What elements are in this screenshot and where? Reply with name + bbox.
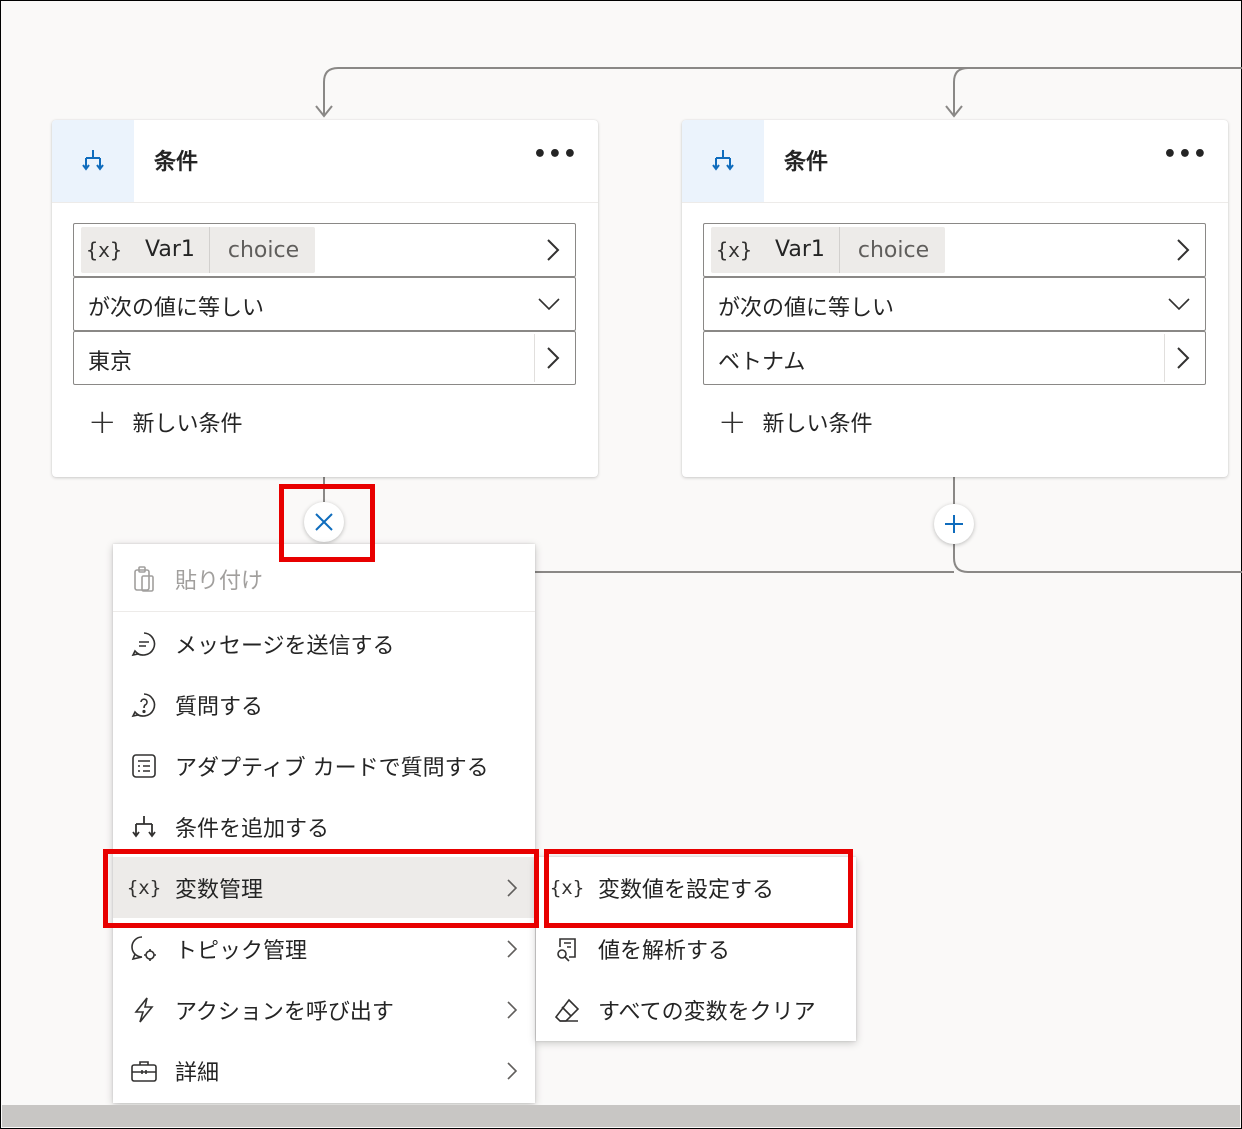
add-condition-button[interactable]: + 新しい条件: [88, 405, 243, 439]
variable-icon: {x}: [715, 238, 753, 262]
condition-value-field[interactable]: ベトナム: [703, 331, 1206, 385]
plus-icon: +: [88, 402, 117, 442]
field-divider: [1164, 334, 1165, 382]
submenu-item-set-variable[interactable]: {x} 変数値を設定する: [536, 857, 856, 918]
topic-gear-icon: [129, 934, 159, 964]
toolbox-icon: [129, 1056, 159, 1086]
operator-dropdown[interactable]: が次の値に等しい: [73, 277, 576, 331]
branch-icon: [129, 812, 159, 842]
chat-icon: [129, 629, 159, 659]
more-options-icon[interactable]: •••: [1163, 142, 1208, 167]
operator-dropdown[interactable]: が次の値に等しい: [703, 277, 1206, 331]
condition-branch-icon: [682, 120, 764, 202]
menu-item-send-message[interactable]: メッセージを送信する: [113, 613, 535, 674]
menu-item-label: 変数値を設定する: [598, 877, 775, 903]
question-icon: [129, 690, 159, 720]
chevron-right-icon: [547, 239, 560, 261]
eraser-icon: [552, 995, 582, 1025]
variable-icon: {x}: [126, 876, 162, 899]
submenu-item-parse-value[interactable]: 値を解析する: [536, 918, 856, 979]
chevron-right-icon: [1177, 239, 1190, 261]
menu-item-label: 貼り付け: [175, 568, 264, 594]
chevron-right-icon[interactable]: [545, 344, 561, 372]
menu-divider: [113, 611, 535, 612]
variable-selector[interactable]: {x} Var1 choice: [703, 223, 1206, 277]
plus-icon: [945, 515, 963, 533]
close-icon: [315, 513, 333, 531]
menu-item-label: メッセージを送信する: [175, 633, 395, 659]
plus-icon: +: [718, 402, 747, 442]
condition-branch-icon: [52, 120, 134, 202]
chevron-right-icon: [507, 1001, 518, 1019]
chevron-right-icon: [507, 879, 518, 897]
chevron-down-icon: [1168, 298, 1190, 311]
close-menu-button[interactable]: [304, 502, 344, 542]
clipboard-icon: [129, 564, 159, 594]
operator-value: が次の値に等しい: [718, 296, 895, 321]
submenu-item-clear-all-variables[interactable]: すべての変数をクリア: [536, 979, 856, 1040]
variable-chip: {x} Var1 choice: [711, 227, 946, 273]
menu-item-label: アダプティブ カードで質問する: [175, 755, 489, 781]
add-node-button[interactable]: [934, 504, 974, 544]
variable-type: choice: [227, 237, 300, 263]
chevron-right-icon: [507, 1062, 518, 1080]
chevron-right-icon[interactable]: [1175, 344, 1191, 372]
card-title: 条件: [784, 150, 829, 175]
menu-item-topic-management[interactable]: トピック管理: [113, 918, 535, 979]
variable-type: choice: [857, 237, 930, 263]
menu-item-ask-question[interactable]: 質問する: [113, 674, 535, 735]
horizontal-scrollbar[interactable]: [2, 1105, 1240, 1127]
operator-value: が次の値に等しい: [88, 296, 265, 321]
menu-item-label: トピック管理: [175, 938, 308, 964]
condition-value-field[interactable]: 東京: [73, 331, 576, 385]
menu-item-paste[interactable]: 貼り付け: [113, 548, 535, 609]
card-header: 条件 •••: [52, 120, 598, 203]
condition-card-1: 条件 ••• {x} Var1 choice が次の値に等しい 東京 + 新しい…: [52, 120, 598, 477]
chevron-right-icon: [507, 940, 518, 958]
variable-selector[interactable]: {x} Var1 choice: [73, 223, 576, 277]
menu-item-details[interactable]: 詳細: [113, 1040, 535, 1101]
add-condition-button[interactable]: + 新しい条件: [718, 405, 873, 439]
variable-icon: {x}: [549, 876, 585, 899]
menu-item-label: すべての変数をクリア: [598, 999, 816, 1025]
menu-item-label: アクションを呼び出す: [175, 999, 394, 1025]
card-title: 条件: [154, 150, 199, 175]
variable-submenu: {x} 変数値を設定する 値を解析する すべての変数をクリア: [536, 857, 856, 1041]
menu-item-label: 質問する: [175, 694, 264, 720]
menu-item-call-action[interactable]: アクションを呼び出す: [113, 979, 535, 1040]
condition-card-2: 条件 ••• {x} Var1 choice が次の値に等しい ベトナム + 新…: [682, 120, 1228, 477]
menu-item-adaptive-card[interactable]: アダプティブ カードで質問する: [113, 735, 535, 796]
card-icon: [129, 751, 159, 781]
menu-item-label: 値を解析する: [598, 938, 731, 964]
variable-icon: {x}: [85, 238, 123, 262]
lightning-icon: [129, 995, 159, 1025]
variable-name: Var1: [127, 227, 210, 273]
more-options-icon[interactable]: •••: [533, 142, 578, 167]
variable-name: Var1: [757, 227, 840, 273]
menu-item-variable-management[interactable]: {x} 変数管理: [113, 857, 535, 918]
card-header: 条件 •••: [682, 120, 1228, 203]
menu-item-label: 変数管理: [175, 877, 264, 903]
menu-item-label: 条件を追加する: [175, 816, 330, 842]
chevron-down-icon: [538, 298, 560, 311]
parse-value-icon: [552, 934, 582, 964]
menu-item-label: 詳細: [175, 1060, 220, 1086]
menu-item-add-condition[interactable]: 条件を追加する: [113, 796, 535, 857]
field-divider: [534, 334, 535, 382]
variable-chip: {x} Var1 choice: [81, 227, 316, 273]
add-condition-label: 新しい条件: [762, 412, 873, 437]
add-node-menu: 貼り付け メッセージを送信する 質問する アダプティブ カードで質問する 条件を…: [113, 544, 535, 1103]
add-condition-label: 新しい条件: [132, 412, 243, 437]
condition-value: 東京: [88, 350, 133, 375]
condition-value: ベトナム: [718, 350, 806, 375]
